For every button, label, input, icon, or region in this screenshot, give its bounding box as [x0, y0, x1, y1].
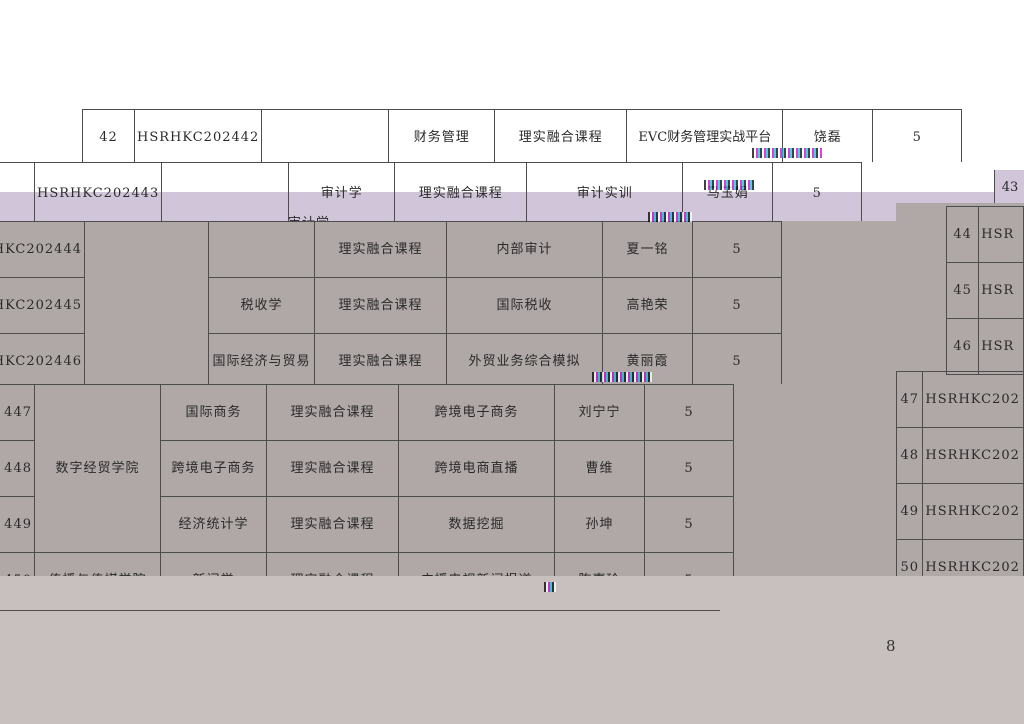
cell-hours: 5 — [872, 109, 963, 166]
rows-44-46-table: RHKC202444 理实融合课程 内部审计 夏一铭 5 RHKC202445 … — [0, 221, 782, 386]
cell-teacher: 夏一铭 — [602, 221, 693, 278]
cell-type: 理实融合课程 — [314, 221, 447, 278]
cell-major: 国际商务 — [160, 384, 267, 441]
cell-teacher: 刘宁宁 — [554, 384, 645, 441]
cell-college — [84, 221, 209, 386]
right-strip: 44 HSR 45 HSR 46 HSR 47 HSRHKC202 48 HSRHKC20… — [896, 203, 1024, 595]
cell-type: 理实融合课程 — [266, 440, 399, 497]
cell-hours: 5 — [692, 333, 782, 386]
cell-major: 经济统计学 — [160, 496, 267, 553]
cell-college — [261, 109, 390, 166]
cell-course: 国际税收 — [446, 277, 603, 334]
cell-code: HSRHKC202 — [922, 483, 1024, 540]
glitch-mark — [648, 212, 692, 222]
cell-course: 跨境电商直播 — [398, 440, 555, 497]
cell-major: 税收学 — [208, 277, 315, 334]
cell-teacher: 马玉娟 — [682, 162, 774, 224]
cell-type: 理实融合课程 — [394, 162, 528, 224]
cell-no: 44 — [945, 206, 980, 263]
cell-hours: 5 — [644, 384, 734, 441]
cell-code: HSRHKC202443 — [33, 162, 163, 224]
cell-type: 理实融合课程 — [266, 384, 399, 441]
cell-type: 理实融合课程 — [314, 333, 447, 386]
cell-code: HSR — [978, 262, 1024, 319]
cell-code: 448 — [0, 440, 35, 497]
cell-college — [161, 162, 290, 224]
cell-major — [208, 221, 315, 278]
page-number: 8 — [886, 637, 896, 655]
table-row: 447 数字经贸学院 国际商务 理实融合课程 跨境电子商务 刘宁宁 5 — [0, 384, 734, 553]
cell-course: 外贸业务综合模拟 — [446, 333, 603, 386]
table-row: 49 HSRHKC202 — [896, 483, 1024, 540]
table-row: 47 HSRHKC202 — [896, 371, 1024, 428]
cell-major: 财务管理 — [388, 109, 496, 166]
cell-code: HSR — [978, 206, 1024, 263]
cell-hours: 5 — [644, 496, 734, 553]
cell-no: 49 — [896, 483, 924, 540]
table-row: 48 HSRHKC202 — [896, 427, 1024, 484]
cell-course: 跨境电子商务 — [398, 384, 555, 441]
cell-code: HSR — [978, 318, 1024, 375]
cell-hours: 5 — [692, 277, 782, 334]
cell-major: 国际经济与贸易 — [208, 333, 315, 386]
cell-code: RHKC202446 — [0, 333, 85, 386]
cell-code: 447 — [0, 384, 35, 441]
table-row: RHKC202444 理实融合课程 内部审计 夏一铭 5 — [0, 221, 782, 386]
cell-type: 理实融合课程 — [314, 277, 447, 334]
cell-no — [0, 162, 35, 224]
cell-code: HSRHKC202 — [922, 371, 1024, 428]
cell-type: 理实融合课程 — [266, 496, 399, 553]
cell-college: 数字经贸学院 — [34, 384, 161, 553]
table-row: 46 HSR — [945, 318, 1024, 375]
cell-teacher: 曹维 — [554, 440, 645, 497]
cell-code: RHKC202445 — [0, 277, 85, 334]
row-42-band: 42 HSRHKC202442 财务管理 理实融合课程 EVC财务管理实战平台 … — [82, 109, 963, 166]
table-row: HSRHKC202443 审计学 理实融合课程 审计实训 马玉娟 5 — [0, 162, 863, 224]
cell-hours: 5 — [644, 440, 734, 497]
rows-47-50-table: 447 数字经贸学院 国际商务 理实融合课程 跨境电子商务 刘宁宁 5 448 … — [0, 384, 734, 592]
table-row: 44 HSR — [945, 206, 1024, 263]
cell-code: 449 — [0, 496, 35, 553]
right-strip-top: 44 HSR 45 HSR 46 HSR — [945, 203, 1024, 375]
glitch-mark — [704, 180, 754, 190]
cell-no: 48 — [896, 427, 924, 484]
cell-type: 理实融合课程 — [494, 109, 628, 166]
cell-teacher: 高艳荣 — [602, 277, 693, 334]
glitch-mark — [544, 582, 556, 592]
cell-no: 45 — [945, 262, 980, 319]
cell-code: HSRHKC202 — [922, 427, 1024, 484]
table-row: 45 HSR — [945, 262, 1024, 319]
row-43-table: HSRHKC202443 审计学 理实融合课程 审计实训 马玉娟 5 — [0, 162, 863, 224]
cell-teacher: 孙坤 — [554, 496, 645, 553]
course-table-top: 42 HSRHKC202442 财务管理 理实融合课程 EVC财务管理实战平台 … — [82, 109, 963, 166]
cell-course: 内部审计 — [446, 221, 603, 278]
cell-no: 42 — [82, 109, 135, 166]
cell-hours: 5 — [692, 221, 782, 278]
bottom-row-remnant — [0, 576, 720, 611]
rows-47-50-band: 447 数字经贸学院 国际商务 理实融合课程 跨境电子商务 刘宁宁 5 448 … — [0, 384, 896, 592]
cell-code: HSRHKC202442 — [133, 109, 263, 166]
row-43-cut-no: 43 — [994, 170, 1024, 206]
cell-code: RHKC202444 — [0, 221, 85, 278]
rows-44-46-band: RHKC202444 理实融合课程 内部审计 夏一铭 5 RHKC202445 … — [0, 221, 946, 386]
glitch-mark — [592, 372, 652, 382]
cell-course: 数据挖掘 — [398, 496, 555, 553]
table-row: 42 HSRHKC202442 财务管理 理实融合课程 EVC财务管理实战平台 … — [82, 109, 963, 166]
cell-hours: 5 — [772, 162, 863, 224]
cell-no: 46 — [945, 318, 980, 375]
row-43-band: HSRHKC202443 审计学 理实融合课程 审计实训 马玉娟 5 审计学 4… — [0, 162, 1024, 224]
cell-no: 47 — [896, 371, 924, 428]
cell-major: 跨境电子商务 — [160, 440, 267, 497]
glitch-mark — [752, 148, 822, 158]
